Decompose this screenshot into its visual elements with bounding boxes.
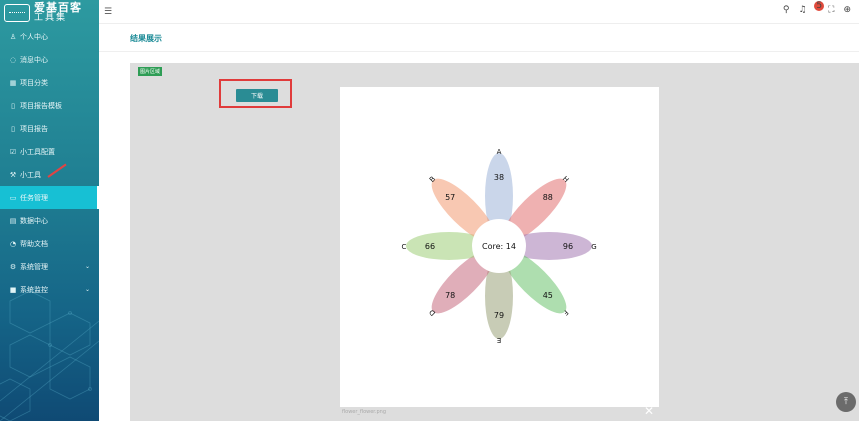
petal-value-G: 96 [563,242,573,251]
page-header: 结果展示 [99,24,859,52]
set-label-C: C [402,243,407,251]
sidebar-item-4[interactable]: ▯ 项目报告模板 [0,94,99,117]
fullscreen-icon[interactable]: ⛶ [828,5,834,15]
task-icon: ▭ [9,193,17,202]
sidebar: 爱基百客 工具集 ♙ 个人中心 ◌ 消息中心 ▦ 项目分类 ▯ 项目报告模板 ▯ 项目报告 ☑ 小工具… [0,0,99,421]
edit-icon: ☑ [9,147,17,156]
doc-icon: ▯ [11,124,15,133]
sidebar-background-pattern [0,289,99,421]
app-logo[interactable]: 爱基百客 工具集 [4,2,82,24]
logo-icon [4,4,30,22]
petal-value-D: 78 [445,291,455,300]
bell-icon[interactable]: ♫ 5 [798,1,825,15]
sidebar-item-9[interactable]: ▤ 数据中心 [0,209,99,232]
monitor-icon: ■ [9,285,17,294]
sidebar-item-2[interactable]: ◌ 消息中心 [0,48,99,71]
sidebar-item-6[interactable]: ☑ 小工具配置 [0,140,99,163]
image-region: 图片区域 下载 38 A 88 H 96 G 45 F 79 E 78 D 66 C 57 B Core: 14… [130,63,859,421]
petal-value-E: 79 [494,311,504,320]
sidebar-item-label: 个人中心 [20,32,48,41]
grid-icon: ▦ [9,78,17,87]
sidebar-item-label: 数据中心 [20,216,48,225]
search-icon[interactable]: ⚲ [783,5,790,15]
page-title: 结果展示 [130,34,162,43]
menu-collapse-icon[interactable]: ☰ [104,7,112,17]
flower-venn-chart: 38A88H96 G45F79E78D66C57BCore: 14 [402,148,597,344]
wrench-icon: ⚒ [9,170,17,179]
data-icon: ▤ [9,216,17,225]
message-icon: ◌ [9,55,17,64]
sidebar-item-label: 帮助文档 [20,239,48,248]
sidebar-item-1[interactable]: ♙ 个人中心 [0,25,99,48]
sidebar-item-label: 消息中心 [20,55,48,64]
sidebar-item-label: 小工具 [20,170,41,179]
sidebar-item-8[interactable]: ▭ 任务管理 [0,186,99,209]
arrow-up-icon: ⤒ [844,397,848,407]
bell-glyph: ♫ [798,5,807,15]
top-bar: ☰ ⚲ ♫ 5 ⛶ ⊕ [99,0,859,24]
result-image: 38 A 88 H 96 G 45 F 79 E 78 D 66 C 57 B Core: 14 [340,87,659,407]
gear-icon: ⚙ [9,262,17,271]
sidebar-item-10[interactable]: ◔ 帮助文档 [0,232,99,255]
petal-value-B: 57 [445,193,455,202]
set-label-E: E [497,336,501,344]
lock-icon[interactable]: ⊕ [843,5,851,15]
sidebar-item-label: 项目报告 [20,124,48,133]
back-to-top-button[interactable]: ⤒ [836,392,856,412]
sidebar-item-label: 项目报告模板 [20,101,62,110]
help-icon: ◔ [9,239,17,248]
sidebar-item-label: 小工具配置 [20,147,55,156]
logo-title: 爱基百客 [34,1,82,14]
download-highlight-box: 下载 [219,79,292,108]
sidebar-item-label: 系统管理 [20,262,48,271]
sidebar-item-label: 项目分类 [20,78,48,87]
chevron-down-icon: ⌄ [84,286,90,293]
user-icon: ♙ [9,32,17,41]
sidebar-menu: ♙ 个人中心 ◌ 消息中心 ▦ 项目分类 ▯ 项目报告模板 ▯ 项目报告 ☑ 小工具配置 ⚒ 小工具 ▭ 任务… [0,25,99,301]
sidebar-item-12[interactable]: ■ 系统监控 ⌄ [0,278,99,301]
petal-value-F: 45 [543,291,553,300]
close-icon[interactable]: ✕ [644,405,654,417]
core-label: Core: 14 [482,242,516,251]
chevron-down-icon: ⌄ [84,263,90,270]
image-filename: flower_flower.png [342,409,387,415]
sidebar-item-label: 任务管理 [20,193,48,202]
sidebar-item-3[interactable]: ▦ 项目分类 [0,71,99,94]
set-label-A: A [497,148,502,156]
petal-value-H: 88 [543,193,553,202]
petal-value-A: 38 [494,173,504,182]
sidebar-item-5[interactable]: ▯ 项目报告 [0,117,99,140]
notification-badge: 5 [814,1,825,11]
top-bar-actions: ⚲ ♫ 5 ⛶ ⊕ [783,1,851,15]
download-button[interactable]: 下载 [236,89,278,102]
doc-icon: ▯ [11,101,15,110]
petal-value-C: 66 [425,242,435,251]
sidebar-item-11[interactable]: ⚙ 系统管理 ⌄ [0,255,99,278]
set-label-G: G [591,243,596,251]
logo-subtitle: 工具集 [34,13,68,23]
image-region-tag: 图片区域 [138,67,163,76]
sidebar-item-label: 系统监控 [20,285,48,294]
